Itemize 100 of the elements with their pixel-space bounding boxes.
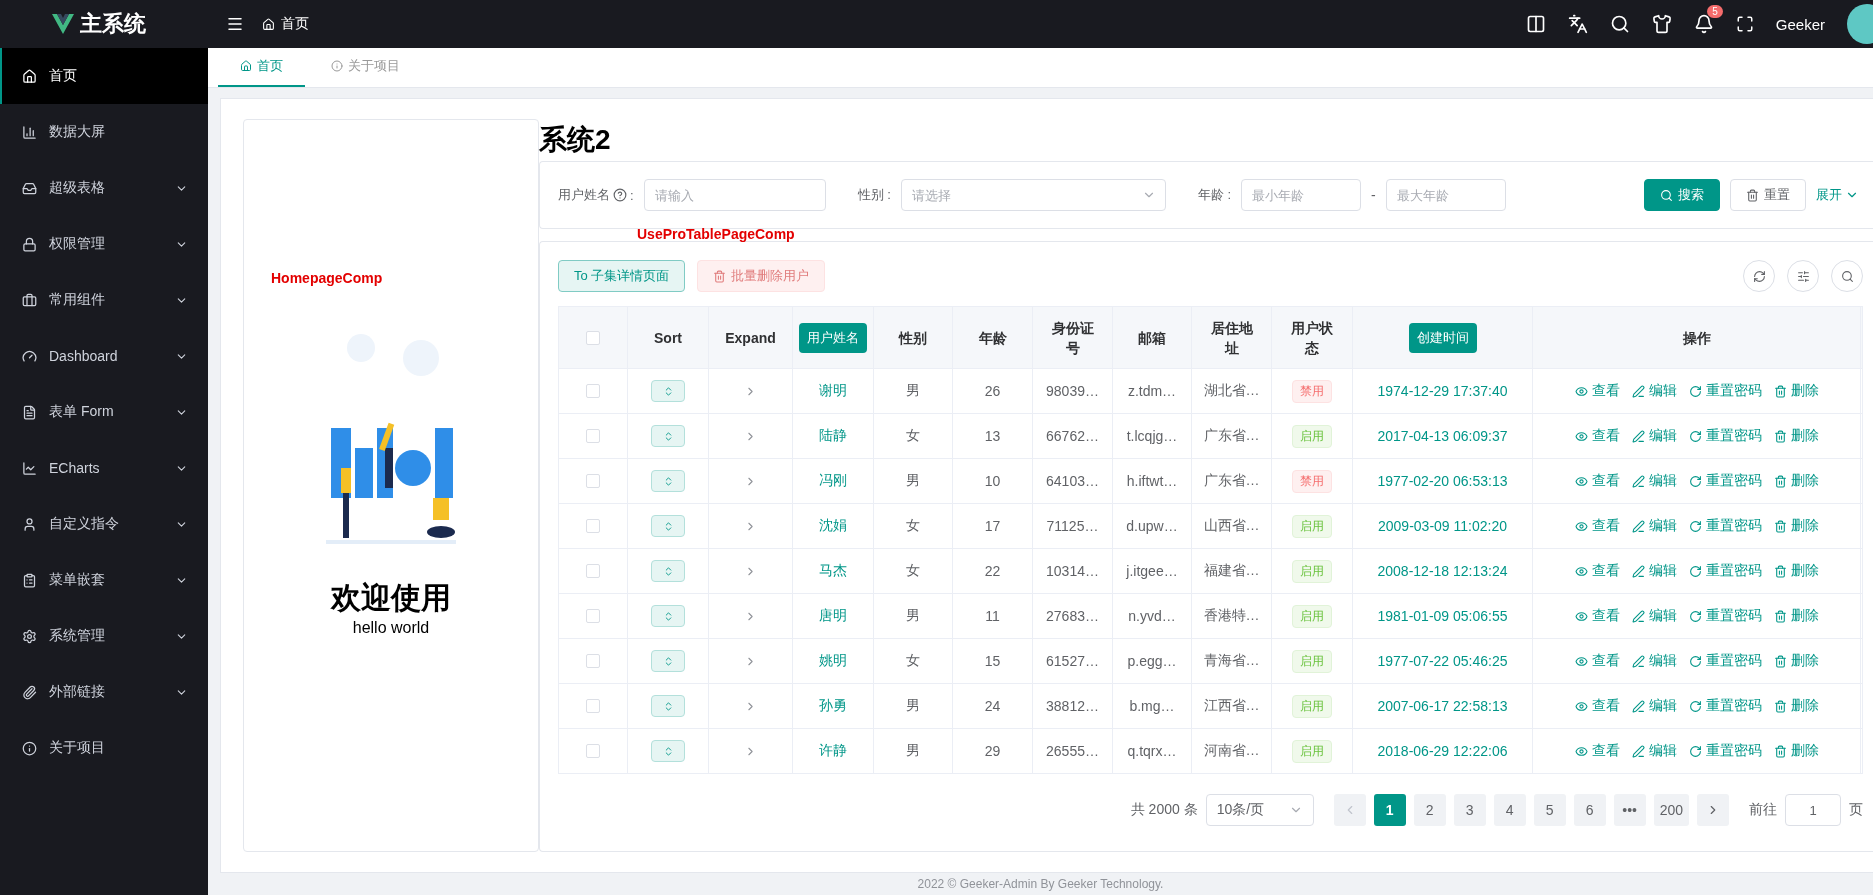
next-page-button[interactable]: [1697, 794, 1729, 826]
goto-page-input[interactable]: 1: [1785, 794, 1841, 826]
reset-password-link[interactable]: 重置密码: [1688, 472, 1762, 490]
page-button[interactable]: 2: [1413, 794, 1446, 826]
page-tab[interactable]: 关于项目: [309, 47, 422, 87]
drag-sort-button[interactable]: [651, 380, 685, 402]
sidebar-item[interactable]: 关于项目: [0, 720, 208, 776]
page-size-select[interactable]: 10条/页: [1205, 794, 1314, 826]
page-button[interactable]: •••: [1613, 794, 1646, 826]
delete-link[interactable]: 删除: [1773, 382, 1819, 400]
view-link[interactable]: 查看: [1574, 517, 1620, 535]
delete-link[interactable]: 删除: [1773, 517, 1819, 535]
view-link[interactable]: 查看: [1574, 652, 1620, 670]
view-link[interactable]: 查看: [1574, 562, 1620, 580]
sidebar-item[interactable]: 自定义指令: [0, 496, 208, 552]
edit-link[interactable]: 编辑: [1631, 517, 1677, 535]
sub-page-button[interactable]: To 子集详情页面: [558, 260, 686, 292]
shirt-icon[interactable]: [1651, 14, 1672, 34]
expand-link[interactable]: 展开: [1816, 186, 1859, 204]
row-checkbox[interactable]: [586, 519, 600, 533]
search-toggle-button[interactable]: [1831, 260, 1863, 292]
delete-link[interactable]: 删除: [1773, 607, 1819, 625]
name-input[interactable]: 请输入: [643, 179, 826, 211]
column-header-button[interactable]: 创建时间: [1408, 322, 1477, 353]
select-all-checkbox[interactable]: [586, 330, 600, 345]
edit-link[interactable]: 编辑: [1631, 742, 1677, 760]
username[interactable]: Geeker: [1775, 15, 1825, 33]
sidebar-item[interactable]: 超级表格: [0, 160, 208, 216]
reset-password-link[interactable]: 重置密码: [1688, 742, 1762, 760]
reset-password-link[interactable]: 重置密码: [1688, 697, 1762, 715]
search-icon[interactable]: [1609, 14, 1630, 34]
row-checkbox[interactable]: [586, 564, 600, 578]
row-checkbox[interactable]: [586, 474, 600, 488]
reset-password-link[interactable]: 重置密码: [1688, 382, 1762, 400]
help-icon[interactable]: [613, 188, 627, 202]
page-button[interactable]: 4: [1493, 794, 1526, 826]
delete-link[interactable]: 删除: [1773, 652, 1819, 670]
edit-link[interactable]: 编辑: [1631, 382, 1677, 400]
page-button[interactable]: 200: [1653, 794, 1689, 826]
sidebar-item[interactable]: 表单 Form: [0, 384, 208, 440]
sidebar-item[interactable]: 常用组件: [0, 272, 208, 328]
view-link[interactable]: 查看: [1574, 427, 1620, 445]
column-header-button[interactable]: 用户姓名: [799, 322, 867, 353]
page-tab[interactable]: 首页: [218, 47, 305, 87]
column-settings-button[interactable]: [1787, 260, 1819, 292]
edit-link[interactable]: 编辑: [1631, 607, 1677, 625]
row-checkbox[interactable]: [586, 609, 600, 623]
delete-link[interactable]: 删除: [1773, 742, 1819, 760]
menu-icon[interactable]: [226, 15, 244, 33]
drag-sort-button[interactable]: [651, 695, 685, 717]
row-checkbox[interactable]: [586, 654, 600, 668]
drag-sort-button[interactable]: [651, 605, 685, 627]
reset-password-link[interactable]: 重置密码: [1688, 517, 1762, 535]
page-button[interactable]: 3: [1453, 794, 1486, 826]
drag-sort-button[interactable]: [651, 650, 685, 672]
drag-sort-button[interactable]: [651, 560, 685, 582]
sidebar-item[interactable]: 首页: [0, 48, 208, 104]
view-link[interactable]: 查看: [1574, 742, 1620, 760]
row-checkbox[interactable]: [586, 384, 600, 398]
drag-sort-button[interactable]: [651, 740, 685, 762]
page-button[interactable]: 6: [1573, 794, 1606, 826]
breadcrumb[interactable]: 首页: [281, 15, 309, 33]
delete-link[interactable]: 删除: [1773, 427, 1819, 445]
max-age-input[interactable]: 最大年龄: [1385, 179, 1506, 211]
sidebar-item[interactable]: 菜单嵌套: [0, 552, 208, 608]
edit-link[interactable]: 编辑: [1631, 697, 1677, 715]
edit-link[interactable]: 编辑: [1631, 427, 1677, 445]
refresh-button[interactable]: [1743, 260, 1775, 292]
reset-password-link[interactable]: 重置密码: [1688, 427, 1762, 445]
translate-icon[interactable]: [1567, 14, 1588, 34]
reset-button[interactable]: 重置: [1730, 179, 1806, 211]
sidebar-item[interactable]: ECharts: [0, 440, 208, 496]
view-link[interactable]: 查看: [1574, 607, 1620, 625]
row-checkbox[interactable]: [586, 429, 600, 443]
edit-link[interactable]: 编辑: [1631, 562, 1677, 580]
layout-icon[interactable]: [1525, 14, 1546, 34]
drag-sort-button[interactable]: [651, 470, 685, 492]
fullscreen-icon[interactable]: [1735, 15, 1754, 33]
reset-password-link[interactable]: 重置密码: [1688, 652, 1762, 670]
row-checkbox[interactable]: [586, 744, 600, 758]
min-age-input[interactable]: 最小年龄: [1241, 179, 1362, 211]
view-link[interactable]: 查看: [1574, 472, 1620, 490]
bell-icon[interactable]: [1693, 14, 1714, 34]
drag-sort-button[interactable]: [651, 425, 685, 447]
edit-link[interactable]: 编辑: [1631, 652, 1677, 670]
reset-password-link[interactable]: 重置密码: [1688, 562, 1762, 580]
page-button[interactable]: 1: [1373, 794, 1406, 826]
view-link[interactable]: 查看: [1574, 697, 1620, 715]
reset-password-link[interactable]: 重置密码: [1688, 607, 1762, 625]
search-button[interactable]: 搜索: [1644, 179, 1720, 211]
row-checkbox[interactable]: [586, 699, 600, 713]
gender-select[interactable]: 请选择: [900, 179, 1166, 211]
view-link[interactable]: 查看: [1574, 382, 1620, 400]
edit-link[interactable]: 编辑: [1631, 472, 1677, 490]
delete-link[interactable]: 删除: [1773, 472, 1819, 490]
drag-sort-button[interactable]: [651, 515, 685, 537]
sidebar-item[interactable]: 数据大屏: [0, 104, 208, 160]
delete-link[interactable]: 删除: [1773, 562, 1819, 580]
sidebar-item[interactable]: 外部链接: [0, 664, 208, 720]
delete-link[interactable]: 删除: [1773, 697, 1819, 715]
